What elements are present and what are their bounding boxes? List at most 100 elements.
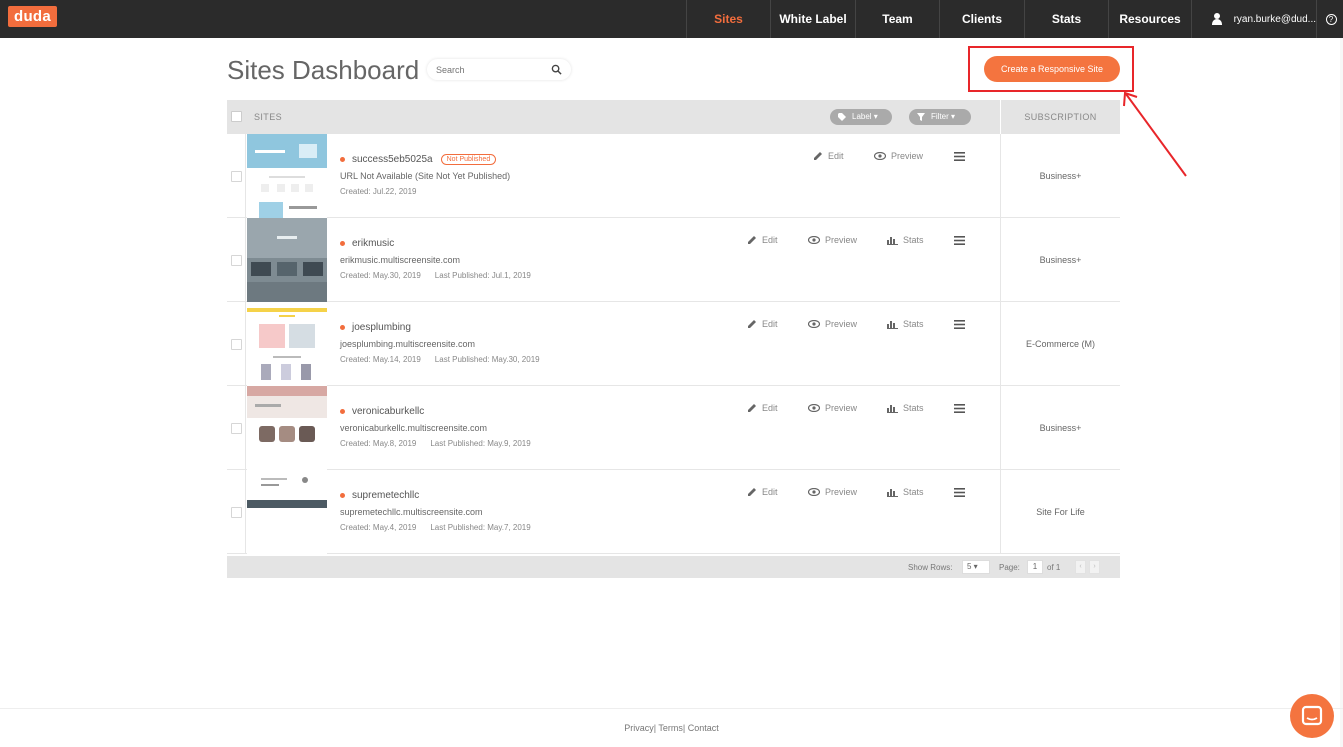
preview-button[interactable]: Preview	[808, 487, 857, 497]
subscription-cell: Business+	[1000, 134, 1120, 218]
row-checkbox[interactable]	[231, 507, 242, 518]
help-button[interactable]: ?	[1316, 0, 1343, 38]
menu-icon[interactable]	[954, 404, 965, 413]
privacy-link[interactable]: Privacy	[624, 723, 654, 733]
site-url: erikmusic.multiscreensite.com	[340, 255, 461, 265]
bar-chart-icon	[887, 320, 898, 329]
status-dot	[340, 240, 345, 246]
stats-button[interactable]: Stats	[887, 487, 924, 497]
table-row[interactable]: erikmusic erikmusic.multiscreensite.com …	[227, 218, 1120, 302]
row-checkbox[interactable]	[231, 171, 242, 182]
table-row[interactable]: veronicaburkellc veronicaburkellc.multis…	[227, 386, 1120, 470]
created-date: Created: May.8, 2019	[340, 439, 417, 448]
site-thumbnail[interactable]	[247, 386, 327, 470]
stats-button[interactable]: Stats	[887, 403, 924, 413]
page-title: Sites Dashboard	[227, 55, 420, 85]
nav-clients[interactable]: Clients	[939, 0, 1024, 38]
terms-link[interactable]: Terms	[658, 723, 683, 733]
rows-per-page-select[interactable]: 5 ▾	[962, 560, 990, 574]
pencil-icon	[748, 236, 756, 244]
preview-button[interactable]: Preview	[808, 235, 857, 245]
preview-button[interactable]: Preview	[874, 151, 923, 161]
show-rows-label: Show Rows:	[908, 563, 953, 572]
user-icon	[1212, 13, 1222, 25]
site-thumbnail[interactable]	[247, 218, 327, 302]
eye-icon	[808, 236, 820, 244]
page-input[interactable]: 1	[1027, 560, 1043, 574]
site-name[interactable]: erikmusic	[352, 238, 394, 249]
search-input[interactable]	[436, 62, 546, 77]
sites-table: SITES Label ▾ Filter ▾ SUBSCRIPTION succ…	[227, 100, 1120, 578]
table-row[interactable]: success5eb5025a Not Published URL Not Ava…	[227, 134, 1120, 218]
pencil-icon	[748, 320, 756, 328]
nav-white-label[interactable]: White Label	[770, 0, 855, 38]
row-checkbox[interactable]	[231, 339, 242, 350]
site-name[interactable]: joesplumbing	[352, 322, 411, 333]
status-dot	[340, 156, 345, 162]
edit-button[interactable]: Edit	[813, 151, 844, 161]
prev-page-button[interactable]: ‹	[1075, 560, 1086, 574]
row-checkbox[interactable]	[231, 255, 242, 266]
user-email: ryan.burke@dud...	[1233, 13, 1316, 25]
stats-button[interactable]: Stats	[887, 319, 924, 329]
site-url: veronicaburkellc.multiscreensite.com	[340, 423, 488, 433]
edit-button[interactable]: Edit	[747, 235, 778, 245]
label-dropdown[interactable]: Label ▾	[830, 109, 892, 125]
table-row[interactable]: supremetechllc supremetechllc.multiscree…	[227, 470, 1120, 554]
site-url: joesplumbing.multiscreensite.com	[340, 339, 476, 349]
nav-resources[interactable]: Resources	[1108, 0, 1191, 38]
site-name[interactable]: success5eb5025a	[352, 154, 433, 165]
menu-icon[interactable]	[954, 488, 965, 497]
help-icon: ?	[1325, 13, 1337, 25]
site-thumbnail[interactable]	[247, 470, 327, 554]
stats-button[interactable]: Stats	[887, 235, 924, 245]
eye-icon	[808, 488, 820, 496]
created-date: Created: May.4, 2019	[340, 523, 417, 532]
next-page-button[interactable]: ›	[1089, 560, 1100, 574]
search-icon[interactable]	[551, 64, 562, 75]
table-row[interactable]: joesplumbing joesplumbing.multiscreensit…	[227, 302, 1120, 386]
bar-chart-icon	[887, 236, 898, 245]
status-dot	[340, 324, 345, 330]
preview-button[interactable]: Preview	[808, 403, 857, 413]
filter-dropdown[interactable]: Filter ▾	[909, 109, 971, 125]
subscription-cell: Business+	[1000, 386, 1120, 470]
status-dot	[340, 408, 345, 414]
nav-sites[interactable]: Sites	[686, 0, 770, 38]
edit-button[interactable]: Edit	[747, 319, 778, 329]
published-date: Last Published: May.7, 2019	[430, 523, 531, 532]
pencil-icon	[748, 404, 756, 412]
search-box[interactable]	[427, 59, 571, 80]
nav-team[interactable]: Team	[855, 0, 939, 38]
chat-launcher-button[interactable]	[1290, 694, 1334, 738]
footer-divider	[0, 708, 1343, 709]
annotation-arrow-icon	[1123, 91, 1187, 177]
subscription-cell: Business+	[1000, 218, 1120, 302]
edit-button[interactable]: Edit	[747, 487, 778, 497]
edit-button[interactable]: Edit	[747, 403, 778, 413]
menu-icon[interactable]	[954, 236, 965, 245]
contact-link[interactable]: Contact	[688, 723, 719, 733]
create-responsive-site-button[interactable]: Create a Responsive Site	[984, 56, 1120, 82]
page-footer: Privacy| Terms| Contact	[624, 723, 719, 733]
subscription-column-header: SUBSCRIPTION	[1000, 100, 1120, 134]
row-checkbox[interactable]	[231, 423, 242, 434]
filter-dropdown-text: Filter	[931, 112, 949, 121]
eye-icon	[808, 320, 820, 328]
published-date: Last Published: Jul.1, 2019	[434, 271, 531, 280]
site-thumbnail[interactable]	[247, 134, 327, 218]
pencil-icon	[814, 152, 822, 160]
label-dropdown-text: Label	[852, 112, 872, 121]
menu-icon[interactable]	[954, 320, 965, 329]
site-name[interactable]: supremetechllc	[352, 490, 419, 501]
site-name[interactable]: veronicaburkellc	[352, 406, 424, 417]
site-thumbnail[interactable]	[247, 302, 327, 386]
table-header: SITES Label ▾ Filter ▾ SUBSCRIPTION	[227, 100, 1120, 134]
user-menu[interactable]: ryan.burke@dud...	[1191, 0, 1316, 38]
bar-chart-icon	[887, 488, 898, 497]
select-all-checkbox[interactable]	[231, 111, 242, 122]
nav-stats[interactable]: Stats	[1024, 0, 1108, 38]
preview-button[interactable]: Preview	[808, 319, 857, 329]
duda-logo[interactable]: duda	[8, 6, 58, 27]
menu-icon[interactable]	[954, 152, 965, 161]
